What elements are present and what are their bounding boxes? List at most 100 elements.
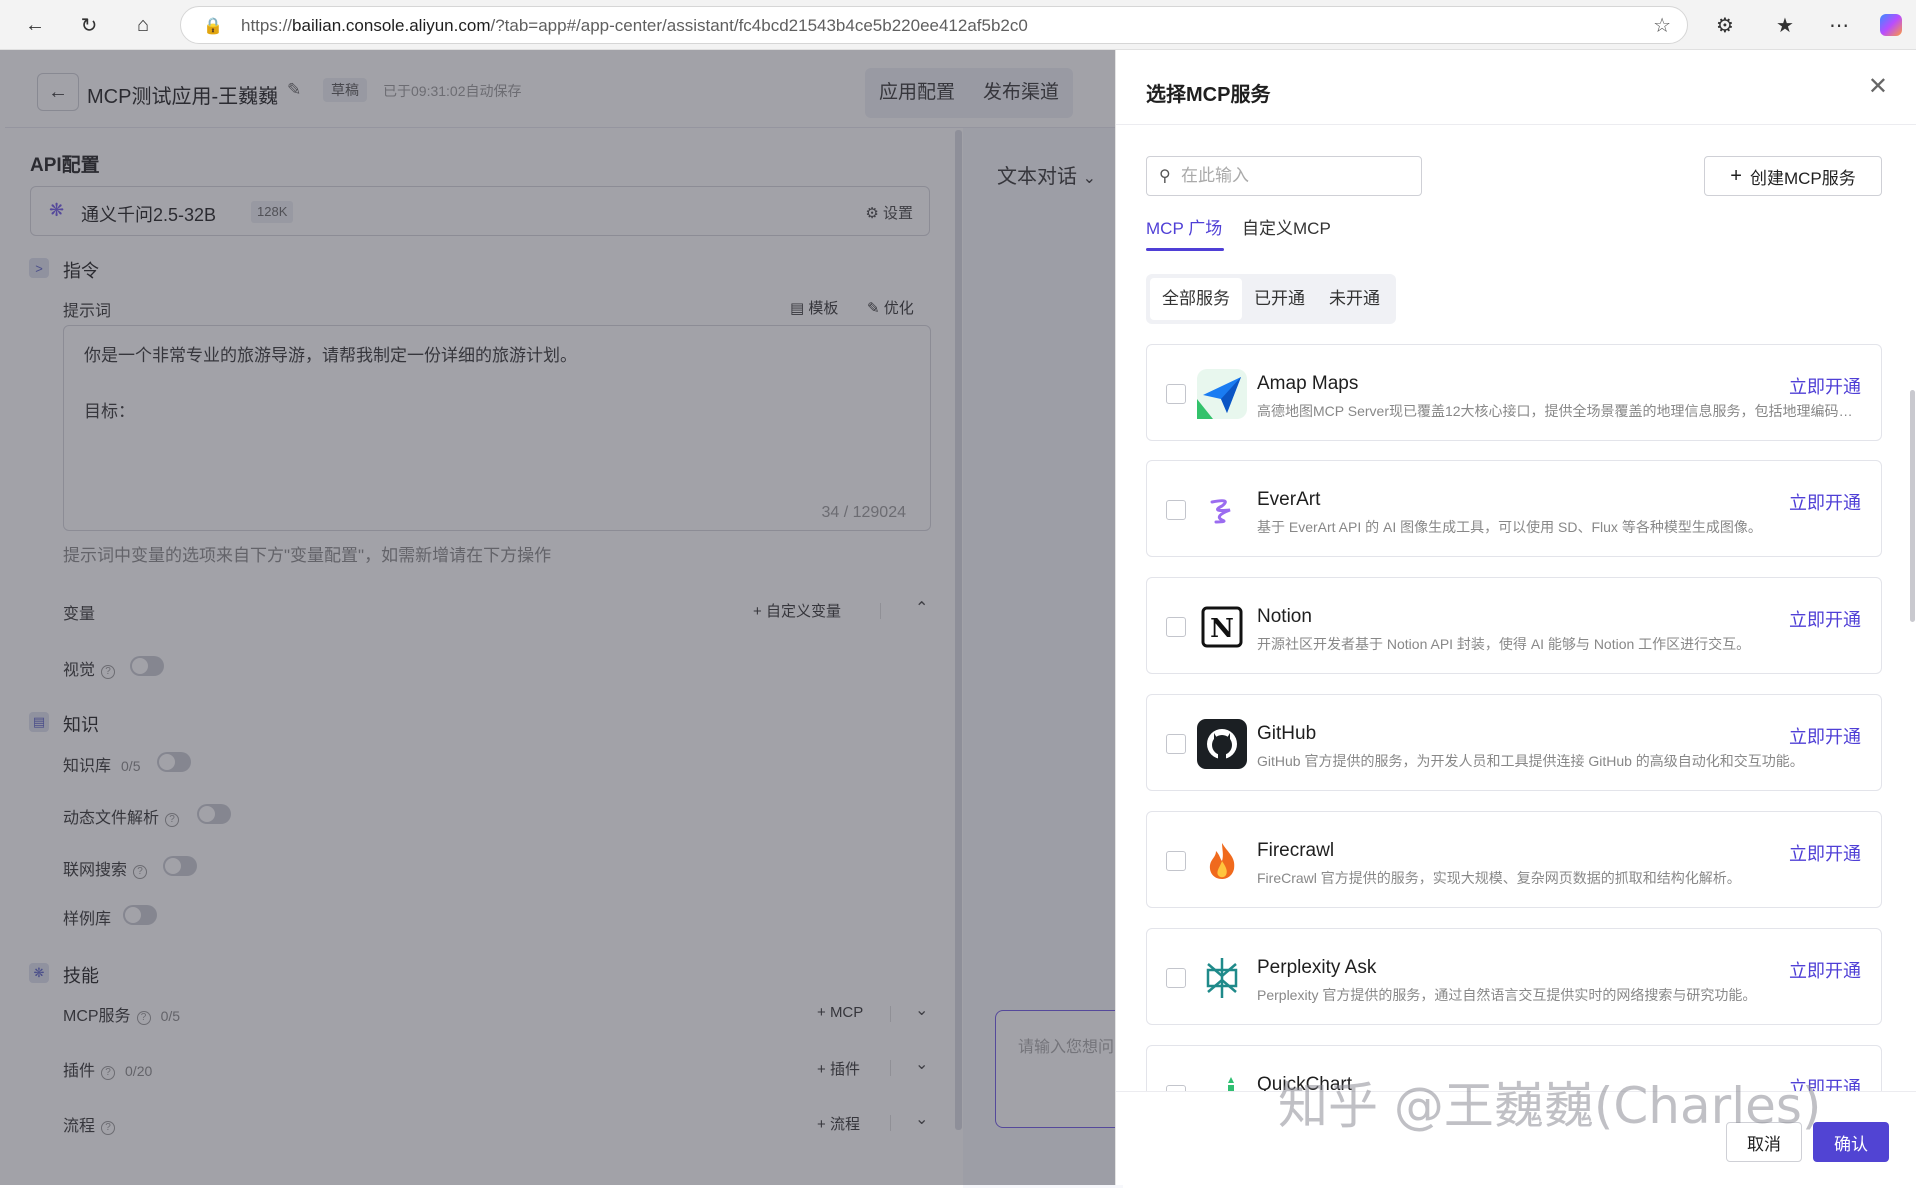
chat-input-placeholder: 请输入您想问 — [1018, 1039, 1115, 1056]
service-desc: 基于 EverArt API 的 AI 图像生成工具，可以使用 SD、Flux … — [1257, 519, 1762, 535]
skills-icon: ❋ — [29, 963, 49, 983]
enable-now-link[interactable]: 立即开通 — [1789, 606, 1861, 632]
tab-app-config[interactable]: 应用配置 — [865, 68, 969, 118]
mcp-card-notion[interactable]: N Notion 开源社区开发者基于 Notion API 封装，使得 AI 能… — [1146, 577, 1882, 674]
enable-now-link[interactable]: 立即开通 — [1789, 373, 1861, 399]
help-icon: ? — [136, 1011, 151, 1025]
prompt-char-counter: 34 / 129024 — [821, 504, 906, 521]
vision-toggle[interactable] — [130, 656, 164, 676]
service-name: Amap Maps — [1257, 373, 1359, 394]
chevron-down-icon[interactable]: ⌄ — [915, 1054, 928, 1074]
divider — [890, 1115, 891, 1131]
close-icon[interactable]: ✕ — [1868, 72, 1888, 101]
qwen-logo-icon: ❋ — [49, 200, 65, 220]
edit-icon[interactable]: ✎ — [287, 80, 301, 100]
perplexity-icon — [1197, 953, 1247, 1003]
variables-label: 变量 — [63, 606, 96, 623]
web-search-toggle[interactable] — [163, 856, 197, 876]
instructions-title: 指令 — [63, 261, 99, 281]
extensions-icon[interactable]: ⚙ — [1710, 10, 1740, 40]
create-mcp-button[interactable]: + 创建MCP服务 — [1704, 156, 1882, 196]
notion-icon: N — [1197, 602, 1247, 652]
help-icon: ? — [133, 865, 148, 879]
enable-now-link[interactable]: 立即开通 — [1789, 723, 1861, 749]
plus-icon: + — [817, 1116, 830, 1133]
service-desc: 高德地图MCP Server现已覆盖12大核心接口，提供全场景覆盖的地理信息服务… — [1257, 403, 1857, 419]
paper-plane-icon — [1197, 369, 1247, 419]
model-selector[interactable]: ❋ 通义千问2.5-32B 128K ⚙ 设置 — [30, 186, 930, 236]
back-button[interactable]: ← — [37, 73, 79, 111]
mcp-card-perplexity[interactable]: Perplexity Ask Perplexity 官方提供的服务，通过自然语言… — [1146, 928, 1882, 1025]
mcp-card-everart[interactable]: EverArt 基于 EverArt API 的 AI 图像生成工具，可以使用 … — [1146, 460, 1882, 557]
examples-toggle[interactable] — [123, 905, 157, 925]
filter-not-enabled[interactable]: 未开通 — [1317, 278, 1392, 320]
panel-splitter[interactable] — [955, 130, 962, 1130]
filter-enabled[interactable]: 已开通 — [1242, 278, 1317, 320]
template-button[interactable]: ▤ 模板 — [790, 297, 838, 318]
github-icon — [1197, 719, 1247, 769]
select-checkbox[interactable] — [1166, 617, 1186, 637]
address-bar[interactable]: 🔒 https://bailian.console.aliyun.com/?ta… — [180, 6, 1688, 44]
prompt-hint: 提示词中变量的选项来自下方"变量配置"，如需新增请在下方操作 — [63, 546, 552, 565]
chevron-down-icon[interactable]: ⌄ — [915, 1109, 928, 1129]
favorite-star-icon[interactable]: ☆ — [1653, 13, 1671, 38]
service-desc: GitHub 官方提供的服务，为开发人员和工具提供连接 GitHub 的高级自动… — [1257, 753, 1804, 769]
optimize-button[interactable]: ✎ 优化 — [867, 297, 914, 318]
tab-mcp-plaza[interactable]: MCP 广场 — [1146, 214, 1222, 239]
select-checkbox[interactable] — [1166, 968, 1186, 988]
search-icon: ⚲ — [1159, 168, 1171, 185]
enable-now-link[interactable]: 立即开通 — [1789, 840, 1861, 866]
prompt-label: 提示词 — [63, 303, 112, 320]
help-icon: ? — [101, 665, 116, 679]
prompt-text: 你是一个非常专业的旅游导游，请帮我制定一份详细的旅游计划。 目标： — [84, 346, 577, 421]
divider — [890, 1006, 891, 1022]
mcp-card-firecrawl[interactable]: Firecrawl FireCrawl 官方提供的服务，实现大规模、复杂网页数据… — [1146, 811, 1882, 908]
select-checkbox[interactable] — [1166, 384, 1186, 404]
active-tab-indicator — [1146, 248, 1224, 251]
chevron-up-icon[interactable]: ⌃ — [915, 598, 928, 618]
home-icon[interactable]: ⌂ — [128, 10, 158, 40]
service-name: Notion — [1257, 606, 1312, 627]
model-settings-button[interactable]: ⚙ 设置 — [865, 202, 913, 223]
add-mcp-button[interactable]: + MCP — [817, 1004, 863, 1021]
favorites-icon[interactable]: ★ — [1770, 10, 1800, 40]
mcp-card-amap[interactable]: Amap Maps 高德地图MCP Server现已覆盖12大核心接口，提供全场… — [1146, 344, 1882, 441]
chat-input[interactable]: 请输入您想问 — [995, 1010, 1125, 1128]
drawer-scrollbar[interactable] — [1910, 390, 1915, 622]
service-filter: 全部服务 已开通 未开通 — [1146, 274, 1396, 324]
chevron-down-icon[interactable]: ⌄ — [915, 1000, 928, 1020]
copilot-icon[interactable] — [1876, 10, 1906, 40]
select-checkbox[interactable] — [1166, 734, 1186, 754]
cancel-button[interactable]: 取消 — [1726, 1122, 1802, 1162]
drawer-title: 选择MCP服务 — [1146, 84, 1271, 106]
enable-now-link[interactable]: 立即开通 — [1789, 957, 1861, 983]
chat-mode-selector[interactable]: 文本对话 ⌄ — [997, 160, 1096, 189]
divider — [890, 1060, 891, 1076]
dynamic-file-parse-toggle[interactable] — [197, 804, 231, 824]
add-custom-variable-button[interactable]: + 自定义变量 — [753, 600, 841, 621]
more-menu-icon[interactable]: ⋯ — [1824, 10, 1854, 40]
terminal-icon: > — [29, 258, 49, 278]
service-name: Perplexity Ask — [1257, 957, 1377, 978]
mcp-search-box: ⚲ — [1146, 156, 1422, 196]
back-arrow-icon[interactable]: ← — [20, 10, 50, 40]
reload-icon[interactable]: ↻ — [74, 10, 104, 40]
header-tabs: 应用配置 发布渠道 — [865, 68, 1074, 118]
tab-publish-channels[interactable]: 发布渠道 — [969, 68, 1073, 118]
mcp-card-github[interactable]: GitHub GitHub 官方提供的服务，为开发人员和工具提供连接 GitHu… — [1146, 694, 1882, 791]
confirm-button[interactable]: 确认 — [1813, 1122, 1889, 1162]
enable-now-link[interactable]: 立即开通 — [1789, 489, 1861, 515]
fire-icon — [1197, 836, 1247, 886]
add-plugin-button[interactable]: + 插件 — [817, 1058, 860, 1079]
mcp-search-input[interactable] — [1181, 160, 1411, 192]
filter-all[interactable]: 全部服务 — [1150, 278, 1242, 320]
plugin-label: 插件? 0/20 — [63, 1063, 153, 1080]
prompt-textarea[interactable]: 你是一个非常专业的旅游导游，请帮我制定一份详细的旅游计划。 目标： 34 / 1… — [63, 325, 931, 531]
select-checkbox[interactable] — [1166, 851, 1186, 871]
tab-custom-mcp[interactable]: 自定义MCP — [1242, 214, 1331, 239]
add-flow-button[interactable]: + 流程 — [817, 1113, 860, 1134]
everart-icon — [1197, 485, 1247, 535]
select-checkbox[interactable] — [1166, 500, 1186, 520]
autosave-status: 已于09:31:02自动保存 — [383, 83, 522, 99]
knowledge-base-toggle[interactable] — [157, 752, 191, 772]
